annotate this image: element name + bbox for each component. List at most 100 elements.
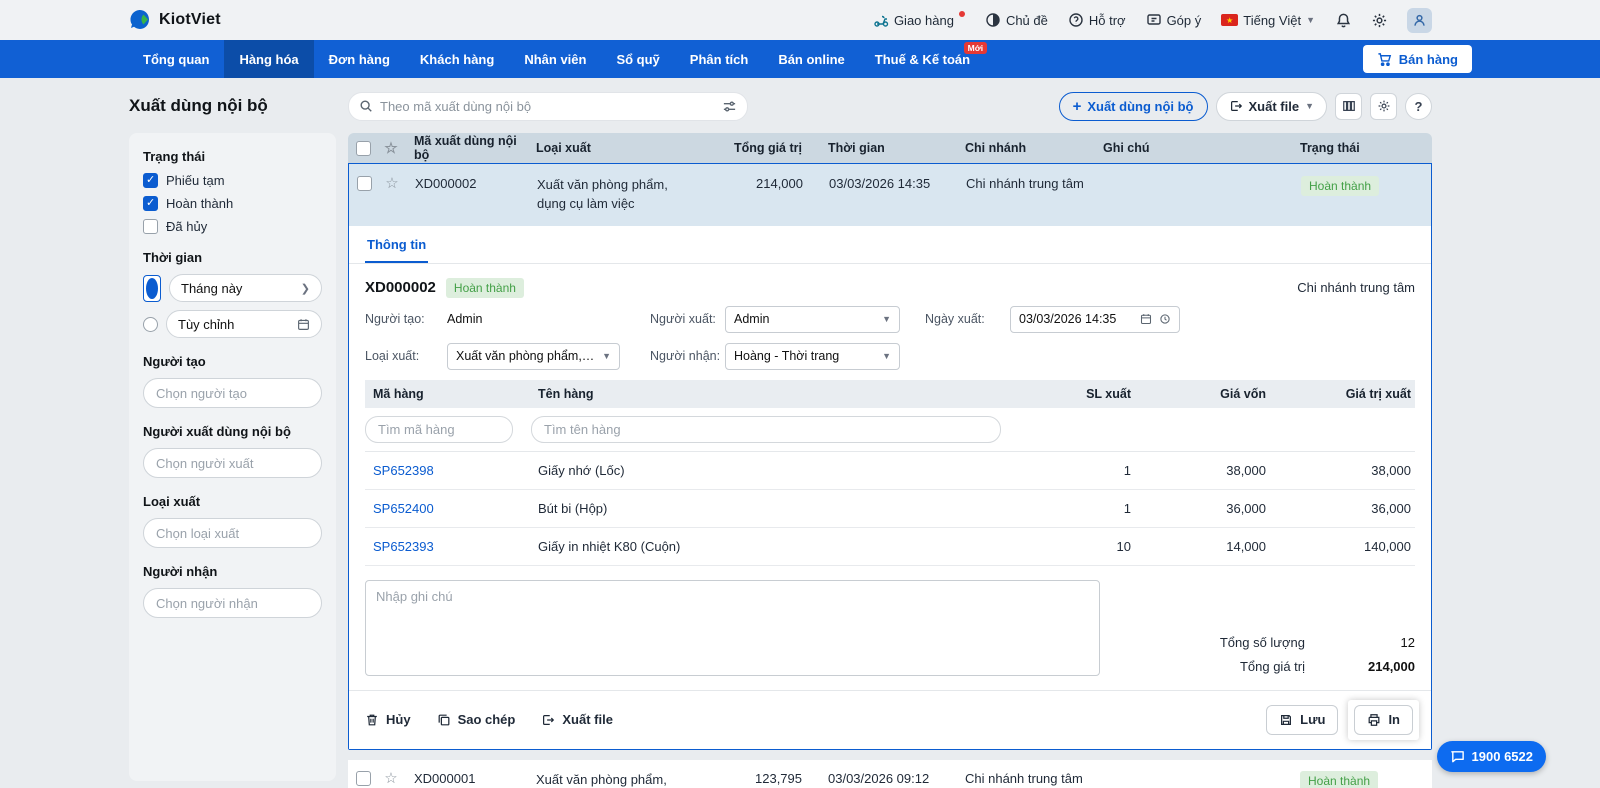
col-type[interactable]: Loại xuất: [526, 141, 722, 155]
help-button[interactable]: ?: [1405, 92, 1432, 120]
export-type-label: Loại xuất:: [365, 349, 420, 364]
totals: Tổng số lượng 12 Tổng giá trị 214,000: [1115, 580, 1415, 676]
checkbox-unchecked-icon[interactable]: [143, 219, 158, 234]
add-internal-export-button[interactable]: + Xuất dùng nội bộ: [1058, 91, 1208, 121]
status-option-phieu-tam[interactable]: Phiếu tạm: [143, 173, 322, 188]
product-code-link[interactable]: SP652398: [365, 463, 530, 478]
select-all-checkbox[interactable]: [355, 140, 371, 156]
receiver-select[interactable]: Hoàng - Thời trang ▼: [725, 342, 900, 370]
support-hotline-button[interactable]: 1900 6522: [1436, 741, 1546, 772]
detail-tabbar: Thông tin: [349, 226, 1431, 264]
product-code-search-input[interactable]: [365, 415, 513, 443]
receiver-filter-input[interactable]: [143, 588, 322, 618]
exporter-filter-input[interactable]: [143, 448, 322, 478]
settings-button[interactable]: [1370, 92, 1397, 120]
status-option-da-huy[interactable]: Đã hủy: [143, 219, 322, 234]
time-preset-select[interactable]: Tháng này ❯: [169, 274, 322, 302]
product-code-link[interactable]: SP652393: [365, 539, 530, 554]
time-custom-option[interactable]: Tùy chỉnh: [143, 310, 322, 338]
time-custom-select[interactable]: Tùy chỉnh: [166, 310, 322, 338]
main-nav: Tổng quan Hàng hóa Đơn hàng Khách hàng N…: [0, 40, 1600, 78]
nav-khach-hang[interactable]: Khách hàng: [405, 40, 509, 78]
checkbox-checked-icon[interactable]: [143, 196, 158, 211]
search-box[interactable]: [348, 91, 748, 121]
product-table-header: Mã hàng Tên hàng SL xuất Giá vốn Giá trị…: [365, 379, 1415, 408]
nav-phan-tich[interactable]: Phân tích: [675, 40, 764, 78]
product-code-link[interactable]: SP652400: [365, 501, 530, 516]
export-file-button[interactable]: Xuất file ▼: [1215, 91, 1327, 121]
clock-icon[interactable]: [1159, 313, 1171, 325]
product-row[interactable]: SP652398 Giấy nhớ (Lốc) 1 38,000 38,000: [365, 452, 1415, 490]
tab-thong-tin[interactable]: Thông tin: [365, 226, 429, 263]
column-settings-button[interactable]: [1335, 92, 1362, 120]
print-button[interactable]: In: [1354, 704, 1413, 735]
language-selector[interactable]: ★ Tiếng Việt ▼: [1221, 13, 1315, 28]
time-preset-option[interactable]: Tháng này ❯: [143, 274, 322, 302]
row-code[interactable]: XD000002: [405, 176, 527, 191]
row-type: Xuất văn phòng phẩm, dụng cụ làm việc: [536, 771, 667, 787]
table-row[interactable]: ☆ XD000002 Xuất văn phòng phẩm, dụng cụ …: [349, 164, 1431, 226]
p-col-value: Giá trị xuất: [1345, 386, 1411, 401]
nav-don-hang[interactable]: Đơn hàng: [314, 40, 405, 78]
row-code[interactable]: XD000001: [404, 771, 526, 786]
gear-icon[interactable]: [1371, 12, 1387, 28]
export-icon: [1229, 99, 1243, 113]
note-textarea[interactable]: [365, 579, 1100, 676]
delivery-link[interactable]: Giao hàng: [873, 11, 965, 28]
creator-filter-input[interactable]: [143, 378, 322, 408]
chevron-down-icon: ▼: [882, 351, 891, 362]
export-type-filter-input[interactable]: [143, 518, 322, 548]
bell-icon[interactable]: [1335, 12, 1351, 28]
row-checkbox[interactable]: [356, 176, 372, 191]
col-code[interactable]: Mã xuất dùng nội bộ: [404, 134, 526, 162]
row-checkbox[interactable]: [355, 770, 371, 786]
cancel-voucher-button[interactable]: Hủy: [365, 712, 411, 727]
export-file-detail-button[interactable]: Xuất file: [541, 712, 613, 727]
col-total[interactable]: Tổng giá trị: [722, 141, 818, 155]
search-input[interactable]: [380, 98, 715, 114]
user-avatar[interactable]: [1407, 7, 1432, 33]
product-row[interactable]: SP652393 Giấy in nhiệt K80 (Cuộn) 10 14,…: [365, 528, 1415, 566]
checkbox-checked-icon[interactable]: [143, 173, 158, 188]
col-status[interactable]: Trạng thái: [1290, 141, 1410, 155]
nav-ban-online[interactable]: Bán online: [763, 40, 859, 78]
feedback-icon: [1146, 12, 1162, 28]
export-type-select[interactable]: Xuất văn phòng phẩm, dụng cụ...▼: [447, 342, 620, 370]
col-branch[interactable]: Chi nhánh: [955, 141, 1093, 155]
theme-link[interactable]: Chủ đề: [985, 12, 1048, 28]
radio-selected-icon[interactable]: [143, 274, 161, 302]
nav-nhan-vien[interactable]: Nhân viên: [509, 40, 601, 78]
product-value: 38,000: [1371, 462, 1411, 478]
exporter-select[interactable]: Admin ▼: [725, 305, 900, 333]
calendar-icon[interactable]: [1140, 313, 1152, 325]
support-link[interactable]: Hỗ trợ: [1068, 12, 1126, 28]
product-row[interactable]: SP652400 Bút bi (Hộp) 1 36,000 36,000: [365, 490, 1415, 528]
status-option-hoan-thanh[interactable]: Hoàn thành: [143, 196, 322, 211]
delivery-icon: [873, 12, 889, 28]
copy-button[interactable]: Sao chép: [437, 712, 515, 727]
table-row[interactable]: ☆ XD000001 Xuất văn phòng phẩm, dụng cụ …: [348, 759, 1432, 788]
sell-button[interactable]: Bán hàng: [1362, 45, 1472, 73]
status-filter-section: Trạng thái Phiếu tạm Hoàn thành Đã hủy: [143, 149, 322, 234]
total-value: 214,000: [1368, 658, 1415, 674]
nav-so-quy[interactable]: Sổ quỹ: [601, 40, 674, 78]
star-icon[interactable]: ☆: [378, 771, 404, 786]
star-icon[interactable]: ☆: [379, 176, 405, 191]
detail-panel: Thông tin XD000002 Hoàn thành Chi nhánh …: [349, 225, 1431, 749]
col-note[interactable]: Ghi chú: [1093, 141, 1290, 155]
row-branch: Chi nhánh trung tâm: [965, 770, 1083, 786]
p-col-qty: SL xuất: [1086, 386, 1131, 401]
nav-thue-ke-toan[interactable]: Thuế & Kế toán Mới: [860, 40, 988, 78]
radio-unselected-icon[interactable]: [143, 316, 158, 332]
nav-tong-quan[interactable]: Tổng quan: [128, 40, 224, 78]
plus-icon: +: [1072, 97, 1082, 115]
col-time[interactable]: Thời gian: [818, 141, 955, 155]
save-button[interactable]: Lưu: [1266, 704, 1339, 735]
chat-icon: [1450, 749, 1465, 764]
nav-hang-hoa[interactable]: Hàng hóa: [224, 40, 314, 78]
export-date-input[interactable]: 03/03/2026 14:35: [1010, 305, 1180, 333]
product-name-search-input[interactable]: [531, 415, 1001, 443]
feedback-link[interactable]: Góp ý: [1146, 12, 1201, 28]
product-name: Giấy in nhiệt K80 (Cuộn): [538, 538, 681, 554]
filter-sliders-icon[interactable]: [722, 99, 737, 114]
